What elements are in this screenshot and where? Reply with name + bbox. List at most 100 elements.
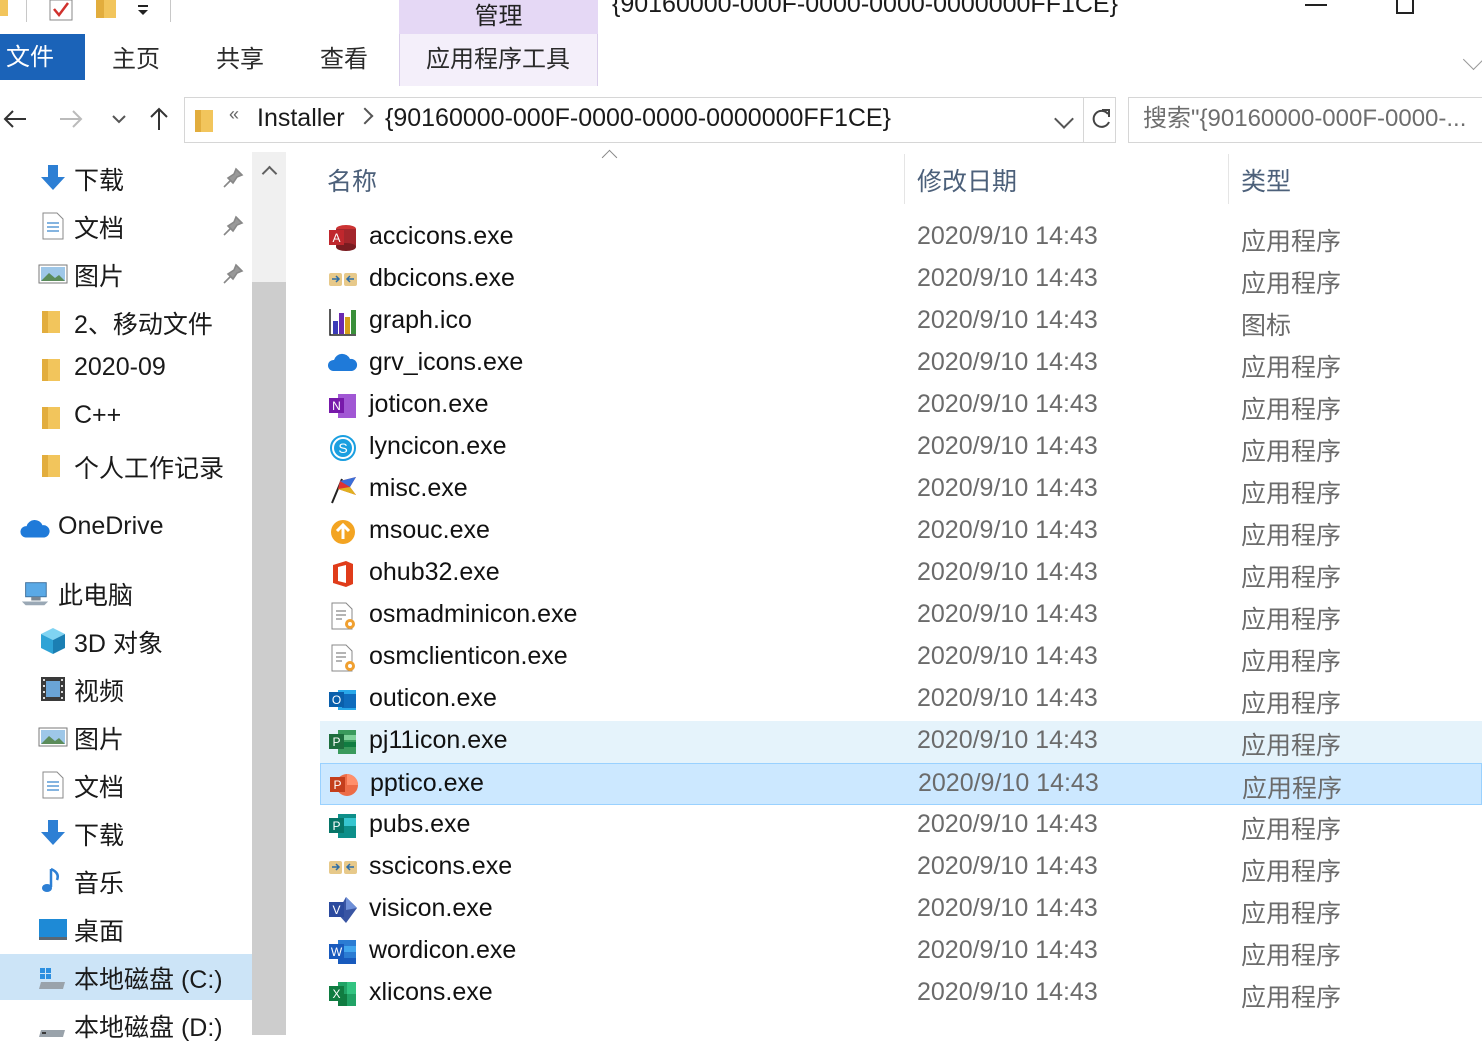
window-title: {90160000-000F-0000-0000-0000000FF1CE} [612, 0, 1118, 18]
navigation-bar: « Installer {90160000-000F-0000-0000-000… [0, 86, 1482, 152]
nav-pane-scrollbar[interactable] [252, 152, 286, 1035]
file-name: pubs.exe [369, 810, 471, 838]
file-date: 2020/9/10 14:43 [918, 769, 1099, 797]
file-row[interactable]: sscicons.exe 2020/9/10 14:43 应用程序 [320, 847, 1482, 889]
file-row[interactable]: graph.ico 2020/9/10 14:43 图标 [320, 301, 1482, 343]
nav-item-documents-pinned[interactable]: 文档 [0, 203, 252, 249]
nav-item-folder-2020-09[interactable]: 2020-09 [0, 347, 252, 393]
sort-ascending-icon [601, 149, 618, 166]
breadcrumb-current-folder[interactable]: {90160000-000F-0000-0000-0000000FF1CE} [385, 104, 891, 133]
nav-item-downloads[interactable]: 下载 [0, 810, 252, 856]
breadcrumb-installer[interactable]: Installer [257, 104, 345, 133]
file-row[interactable]: W wordicon.exe 2020/9/10 14:43 应用程序 [320, 931, 1482, 973]
address-bar[interactable]: « Installer {90160000-000F-0000-0000-000… [184, 97, 1116, 143]
column-divider[interactable] [904, 154, 905, 204]
file-row[interactable]: osmclienticon.exe 2020/9/10 14:43 应用程序 [320, 637, 1482, 679]
scroll-up-icon[interactable] [261, 165, 278, 182]
maximize-button[interactable] [1396, 0, 1414, 14]
file-name: joticon.exe [369, 390, 489, 418]
svg-text:N: N [332, 399, 341, 413]
tab-home[interactable]: 主页 [112, 34, 160, 86]
nav-label: 桌面 [74, 918, 125, 946]
file-row[interactable]: msouc.exe 2020/9/10 14:43 应用程序 [320, 511, 1482, 553]
svg-text:W: W [331, 945, 343, 959]
file-row[interactable]: osmadminicon.exe 2020/9/10 14:43 应用程序 [320, 595, 1482, 637]
database-compare-icon [329, 273, 357, 286]
nav-item-local-disk-d[interactable]: 本地磁盘 (D:) [0, 1002, 252, 1048]
file-date: 2020/9/10 14:43 [917, 810, 1098, 838]
nav-item-folder-cpp[interactable]: C++ [0, 395, 252, 441]
expand-ribbon-icon[interactable] [1462, 48, 1482, 71]
nav-label: 此电脑 [58, 582, 134, 610]
file-row[interactable]: V visicon.exe 2020/9/10 14:43 应用程序 [320, 889, 1482, 931]
address-overflow[interactable]: « [229, 104, 239, 125]
file-type: 应用程序 [1241, 522, 1342, 550]
nav-item-3d-objects[interactable]: 3D 对象 [0, 618, 252, 664]
file-row[interactable]: misc.exe 2020/9/10 14:43 应用程序 [320, 469, 1482, 511]
address-dropdown-icon[interactable] [1054, 109, 1074, 129]
nav-item-pictures-pinned[interactable]: 图片 [0, 251, 252, 297]
nav-item-documents[interactable]: 文档 [0, 762, 252, 808]
file-row[interactable]: dbcicons.exe 2020/9/10 14:43 应用程序 [320, 259, 1482, 301]
tab-share[interactable]: 共享 [216, 34, 264, 86]
address-divider [1083, 98, 1084, 142]
nav-item-desktop[interactable]: 桌面 [0, 906, 252, 952]
column-header-name[interactable]: 名称 [327, 162, 377, 198]
file-row[interactable]: ohub32.exe 2020/9/10 14:43 应用程序 [320, 553, 1482, 595]
scrollbar-thumb[interactable] [252, 282, 286, 1035]
column-header-type[interactable]: 类型 [1241, 162, 1291, 198]
file-type: 应用程序 [1241, 564, 1342, 592]
nav-label: 3D 对象 [74, 630, 163, 658]
refresh-button[interactable] [1087, 106, 1115, 134]
nav-item-local-disk-c[interactable]: 本地磁盘 (C:) [0, 954, 252, 1000]
file-type: 应用程序 [1241, 732, 1342, 760]
breadcrumb-separator[interactable] [356, 107, 374, 125]
file-type: 应用程序 [1241, 816, 1342, 844]
properties-check-icon[interactable] [48, 0, 74, 27]
excel-icon: X [329, 982, 356, 1006]
pin-icon[interactable] [222, 263, 244, 285]
nav-label: 音乐 [74, 870, 125, 898]
file-type: 应用程序 [1241, 690, 1342, 718]
file-row[interactable]: X xlicons.exe 2020/9/10 14:43 应用程序 [320, 973, 1482, 1015]
file-row[interactable]: P pj11icon.exe 2020/9/10 14:43 应用程序 [320, 721, 1482, 763]
minimize-button[interactable] [1305, 4, 1327, 6]
file-row[interactable]: A accicons.exe 2020/9/10 14:43 应用程序 [320, 217, 1482, 259]
file-type: 应用程序 [1241, 648, 1342, 676]
nav-item-folder-move-files[interactable]: 2、移动文件 [0, 299, 252, 345]
forward-button[interactable] [56, 104, 86, 134]
file-row[interactable]: grv_icons.exe 2020/9/10 14:43 应用程序 [320, 343, 1482, 385]
file-row[interactable]: P pubs.exe 2020/9/10 14:43 应用程序 [320, 805, 1482, 847]
recent-locations-button[interactable] [104, 104, 134, 134]
file-row[interactable]: S lyncicon.exe 2020/9/10 14:43 应用程序 [320, 427, 1482, 469]
file-date: 2020/9/10 14:43 [917, 348, 1098, 376]
svg-text:A: A [332, 231, 340, 245]
column-divider[interactable] [1228, 154, 1229, 204]
pin-icon[interactable] [222, 215, 244, 237]
nav-item-music[interactable]: 音乐 [0, 858, 252, 904]
tab-application-tools[interactable]: 应用程序工具 [426, 34, 570, 86]
file-name: visicon.exe [369, 894, 493, 922]
file-row[interactable]: P pptico.exe 2020/9/10 14:43 应用程序 [320, 763, 1482, 805]
nav-item-this-pc[interactable]: 此电脑 [0, 570, 252, 616]
pin-icon[interactable] [222, 167, 244, 189]
drive-icon [39, 1030, 65, 1037]
nav-item-pictures[interactable]: 图片 [0, 714, 252, 760]
tab-file[interactable]: 文件 [0, 34, 85, 80]
back-button[interactable] [0, 104, 30, 134]
nav-item-videos[interactable]: 视频 [0, 666, 252, 712]
search-box[interactable] [1128, 97, 1482, 143]
search-input[interactable] [1141, 104, 1482, 134]
nav-item-downloads-pinned[interactable]: 下载 [0, 155, 252, 201]
new-folder-icon[interactable] [96, 0, 118, 25]
file-type: 应用程序 [1241, 438, 1342, 466]
tab-view[interactable]: 查看 [320, 34, 368, 86]
file-row[interactable]: O outicon.exe 2020/9/10 14:43 应用程序 [320, 679, 1482, 721]
nav-item-onedrive[interactable]: OneDrive [0, 506, 252, 552]
nav-item-folder-work-log[interactable]: 个人工作记录 [0, 443, 252, 489]
quick-access-folder-icon[interactable] [0, 0, 8, 23]
file-row[interactable]: N joticon.exe 2020/9/10 14:43 应用程序 [320, 385, 1482, 427]
customize-toolbar-dropdown-icon[interactable] [136, 4, 152, 22]
column-header-date[interactable]: 修改日期 [917, 162, 1017, 198]
up-button[interactable] [144, 104, 174, 134]
